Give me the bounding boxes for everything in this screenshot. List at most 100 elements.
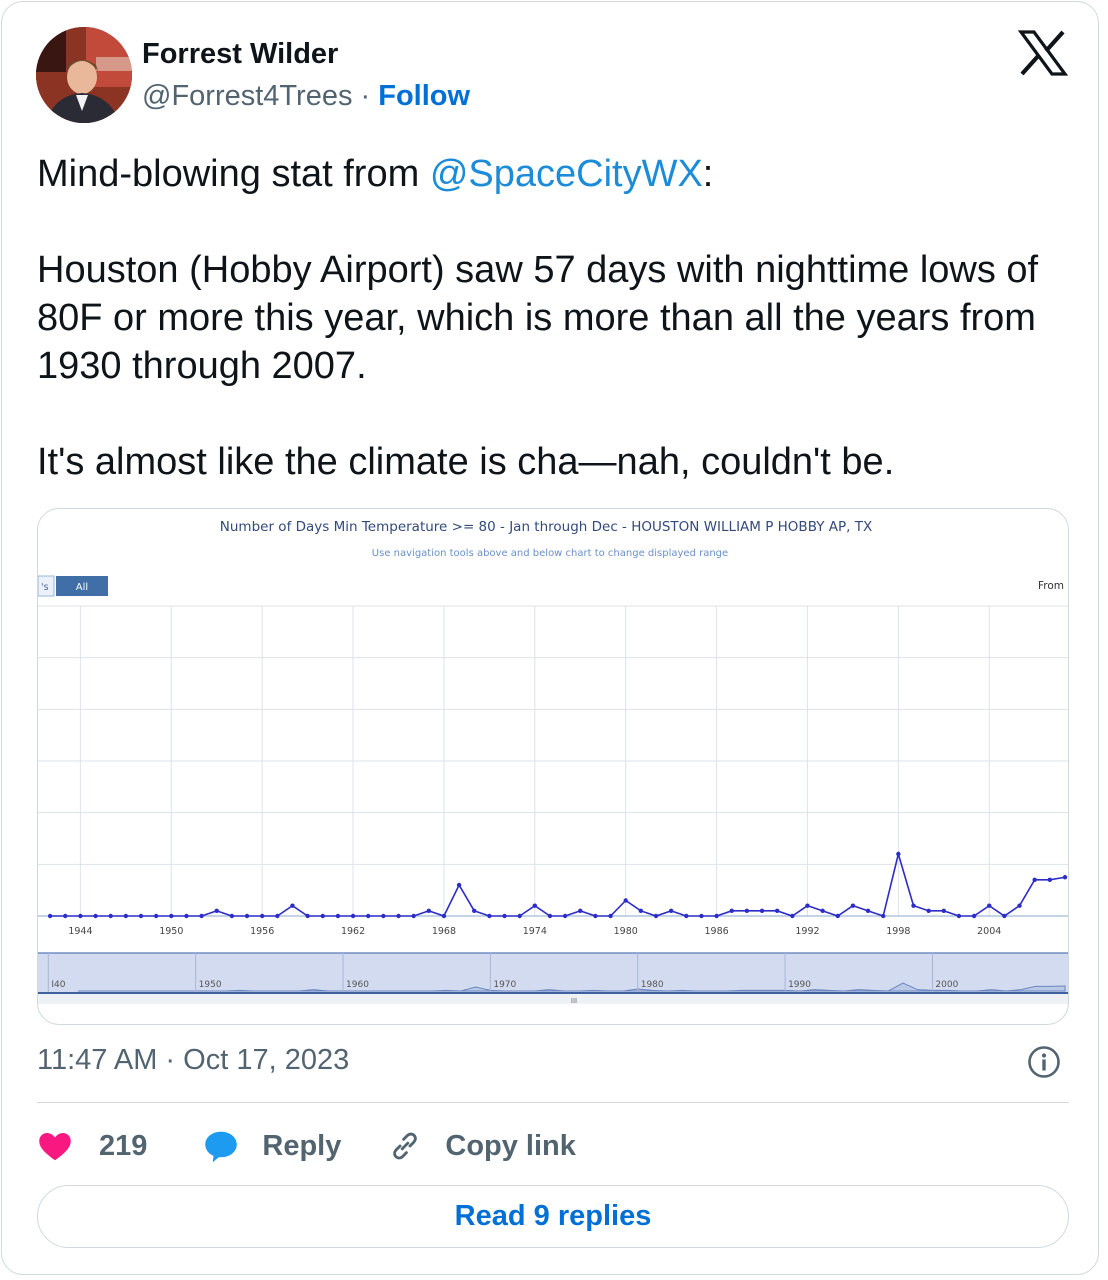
data-point — [911, 903, 916, 908]
data-point — [1002, 913, 1007, 919]
data-point — [653, 913, 659, 919]
data-point — [305, 913, 310, 919]
data-point — [593, 913, 598, 919]
chart-title: Number of Days Min Temperature >= 80 - J… — [220, 519, 872, 535]
x-tick-label: 2004 — [977, 926, 1001, 937]
data-point — [290, 903, 295, 908]
data-point — [790, 913, 795, 919]
copy-link-label: Copy link — [445, 1129, 576, 1162]
data-point — [714, 913, 719, 919]
navigator-tick-label: 1970 — [493, 980, 516, 990]
tweet-paragraph-1: Mind-blowing stat from @SpaceCityWX: — [37, 150, 1067, 198]
x-tick-label: 1944 — [68, 926, 92, 937]
copy-link-button[interactable]: Copy link — [388, 1129, 576, 1163]
x-tick-label: 1974 — [523, 926, 547, 937]
like-button[interactable]: 219 — [37, 1128, 147, 1164]
range-button-all-label: All — [76, 582, 88, 593]
data-point — [956, 913, 962, 919]
x-tick-label: 1980 — [614, 926, 638, 937]
data-point — [214, 908, 219, 914]
data-point — [502, 913, 507, 919]
text-suffix: : — [702, 153, 714, 195]
data-point — [774, 908, 780, 914]
data-point — [668, 908, 674, 914]
navigator-tick-label: 1950 — [199, 980, 222, 990]
mention-link[interactable]: @SpaceCityWX — [430, 153, 703, 195]
x-logo-icon[interactable] — [1017, 30, 1069, 76]
read-replies-label: Read 9 replies — [454, 1200, 652, 1232]
x-tick-label: 1992 — [795, 926, 819, 937]
data-point — [835, 913, 840, 919]
data-point — [426, 908, 431, 914]
data-point — [699, 913, 704, 919]
info-icon[interactable] — [1027, 1045, 1061, 1079]
data-point — [1062, 875, 1068, 880]
read-replies-button[interactable]: Read 9 replies — [37, 1185, 1069, 1248]
heart-icon — [39, 1132, 71, 1161]
text-prefix: Mind-blowing stat from — [37, 153, 430, 195]
data-point — [1032, 877, 1037, 883]
data-point — [487, 913, 492, 919]
data-point — [1047, 877, 1053, 883]
data-point — [78, 913, 83, 919]
data-point — [199, 913, 204, 919]
tweet-paragraph-2: Houston (Hobby Airport) saw 57 days with… — [37, 249, 1039, 387]
scrollbar-grip: III — [571, 997, 577, 1005]
reply-label: Reply — [262, 1129, 342, 1162]
data-point — [547, 913, 553, 919]
navigator[interactable]: I40 1950 1960 1970 1980 1990 2000 III — [38, 952, 1068, 1005]
tweet-text: Mind-blowing stat from @SpaceCityWX: Hou… — [37, 150, 1067, 486]
data-point — [138, 913, 144, 919]
plot-area: 1944 1950 1956 1962 1968 1974 1980 1986 1992 1998… — [38, 605, 1068, 937]
data-point — [881, 913, 886, 919]
data-point — [47, 913, 53, 919]
navigator-tick-label: 1960 — [346, 980, 369, 990]
timestamp[interactable]: 11:47 AM · Oct 17, 2023 — [37, 1044, 349, 1077]
x-tick-label: 1986 — [704, 926, 728, 937]
navigator-tick-label: 1980 — [641, 980, 664, 990]
x-tick-label: 1956 — [250, 926, 274, 937]
from-label: From — [1038, 580, 1064, 592]
like-count: 219 — [99, 1129, 148, 1162]
data-point — [562, 913, 568, 919]
author-name[interactable]: Forrest Wilder — [142, 38, 338, 71]
data-point — [456, 882, 462, 888]
scrollbar-track — [38, 994, 1068, 1004]
x-tick-label: 1968 — [432, 926, 456, 937]
data-point — [320, 913, 325, 919]
avatar[interactable] — [36, 27, 132, 123]
data-point — [684, 913, 689, 919]
data-point — [987, 903, 992, 908]
data-point — [578, 908, 583, 914]
author-handle[interactable]: @Forrest4Trees — [142, 80, 352, 112]
data-point — [896, 851, 901, 857]
data-point — [244, 913, 250, 919]
tweet-paragraph-3: It's almost like the climate is cha—nah,… — [37, 441, 895, 483]
chart-image[interactable]: Number of Days Min Temperature >= 80 - J… — [37, 508, 1069, 1025]
data-point — [93, 913, 98, 919]
data-point — [63, 913, 68, 919]
range-button-partial-label: 's — [41, 582, 49, 593]
x-tick-label: 1962 — [341, 926, 365, 937]
navigator-tick-label: 2000 — [935, 980, 958, 990]
data-point — [350, 913, 356, 919]
data-point — [805, 903, 810, 908]
chart-subtitle: Use navigation tools above and below cha… — [372, 548, 728, 559]
divider — [37, 1102, 1069, 1103]
data-point — [517, 913, 522, 919]
data-point — [184, 913, 189, 919]
follow-button[interactable]: Follow — [378, 80, 470, 112]
data-point — [532, 903, 538, 908]
handle-separator: · — [352, 80, 379, 112]
data-point — [335, 913, 341, 919]
data-point — [971, 913, 977, 919]
data-point — [850, 903, 856, 908]
data-point — [759, 908, 765, 914]
data-point — [259, 913, 265, 919]
data-point — [123, 913, 129, 919]
data-point — [472, 908, 477, 914]
author-handle-row: @Forrest4Trees · Follow — [142, 80, 470, 113]
reply-button[interactable]: Reply — [202, 1128, 341, 1164]
action-bar: 219 Reply Copy link — [37, 1124, 576, 1168]
x-tick-label: 1950 — [159, 926, 183, 937]
